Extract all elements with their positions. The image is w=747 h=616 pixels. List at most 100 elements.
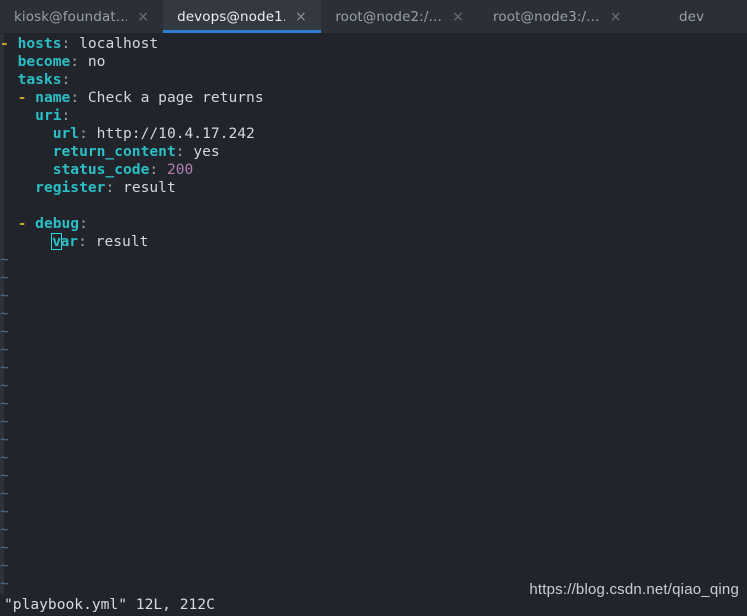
tab-label: root@node2:/… [335, 8, 443, 25]
tilde-glyph: ~ [0, 269, 9, 286]
tab-2[interactable]: root@node2:/… × [320, 0, 479, 33]
empty-line-marker: ~ [0, 251, 747, 269]
empty-line-marker: ~ [0, 539, 747, 557]
code-line: status_code: 200 [0, 161, 747, 179]
tilde-glyph: ~ [0, 467, 9, 484]
code-line: - hosts: localhost [0, 35, 747, 53]
tab-label: kiosk@foundat… [14, 8, 128, 25]
code-line: var: result [0, 233, 747, 251]
tilde-glyph: ~ [0, 503, 9, 520]
empty-line-marker: ~ [0, 269, 747, 287]
code-token-key: become [17, 53, 71, 70]
code-line: become: no [0, 53, 747, 71]
code-token-key: url [52, 125, 80, 142]
code-token-val: result [86, 233, 149, 250]
tilde-glyph: ~ [0, 521, 9, 538]
tab-close-icon[interactable]: × [610, 10, 622, 24]
code-token-val: no [79, 53, 106, 70]
code-token-punct: : [105, 179, 115, 196]
code-line: uri: [0, 107, 747, 125]
empty-line-marker: ~ [0, 521, 747, 539]
empty-line-marker: ~ [0, 413, 747, 431]
empty-line-marker: ~ [0, 305, 747, 323]
tilde-glyph: ~ [0, 557, 9, 574]
empty-line-marker: ~ [0, 503, 747, 521]
code-token-key: name [35, 89, 71, 106]
code-line: - debug: [0, 215, 747, 233]
empty-line-marker: ~ [0, 449, 747, 467]
empty-line-marker: ~ [0, 485, 747, 503]
tab-1-active[interactable]: devops@node1… × [163, 0, 321, 33]
tab-4[interactable]: dev [636, 0, 747, 33]
tilde-glyph: ~ [0, 413, 9, 430]
empty-line-marker: ~ [0, 359, 747, 377]
code-token-val: http://10.4.17.242 [87, 125, 255, 142]
code-token-dash: - [0, 215, 36, 232]
tab-label: devops@node1… [177, 8, 285, 25]
tilde-glyph: ~ [0, 359, 9, 376]
code-token-val [0, 161, 53, 178]
empty-line-marker: ~ [0, 395, 747, 413]
empty-line-marker: ~ [0, 575, 747, 593]
code-token-key: debug [35, 215, 80, 232]
code-token-punct: : [61, 35, 71, 52]
status-line-text: "playbook.yml" 12L, 212C [4, 596, 215, 613]
code-token-val [0, 143, 53, 160]
vim-status-line: "playbook.yml" 12L, 212C [0, 594, 747, 616]
code-token-val: result [114, 179, 176, 196]
code-token-punct: : [61, 107, 71, 124]
code-line: register: result [0, 179, 747, 197]
code-token-key: status_code [52, 161, 150, 178]
tab-0[interactable]: kiosk@foundat… × [0, 0, 164, 33]
empty-line-marker: ~ [0, 431, 747, 449]
tilde-glyph: ~ [0, 341, 9, 358]
tilde-glyph: ~ [0, 323, 9, 340]
code-token-key: uri [35, 107, 62, 124]
tab-close-icon[interactable]: × [295, 10, 307, 24]
tilde-glyph: ~ [0, 575, 9, 592]
code-token-val [0, 179, 35, 196]
code-token-val [0, 125, 53, 142]
code-token-key: tasks [17, 71, 62, 88]
code-line: - name: Check a page returns [0, 89, 747, 107]
code-line: tasks: [0, 71, 747, 89]
code-token-punct: : [70, 53, 80, 70]
code-token-key: return_content [52, 143, 176, 160]
empty-line-marker: ~ [0, 341, 747, 359]
code-token-punct: : [61, 71, 71, 88]
empty-line-marker: ~ [0, 287, 747, 305]
tab-close-icon[interactable]: × [137, 10, 149, 24]
code-line: return_content: yes [0, 143, 747, 161]
tilde-glyph: ~ [0, 395, 9, 412]
tab-close-icon[interactable]: × [452, 10, 464, 24]
tab-label: dev [679, 8, 705, 25]
code-token-val [0, 233, 53, 250]
empty-line-marker: ~ [0, 557, 747, 575]
code-token-val: localhost [70, 35, 159, 52]
code-token-num: 200 [166, 161, 194, 178]
empty-line-marker: ~ [0, 323, 747, 341]
code-token-punct: : [79, 125, 88, 142]
vim-buffer[interactable]: - hosts: localhost become: no tasks: - n… [0, 35, 747, 594]
code-token-punct: : [175, 143, 185, 160]
tab-bar: kiosk@foundat… × devops@node1… × root@node2:… [0, 0, 747, 34]
code-token-val [158, 161, 167, 178]
code-token-punct: : [70, 89, 80, 106]
code-token-val: yes [184, 143, 220, 160]
code-token-key: register [35, 179, 106, 196]
tilde-glyph: ~ [0, 539, 9, 556]
terminal-viewport[interactable]: - hosts: localhost become: no tasks: - n… [0, 34, 747, 594]
tilde-glyph: ~ [0, 251, 9, 268]
empty-line-marker: ~ [0, 377, 747, 395]
code-token-dash: - [0, 89, 36, 106]
code-token-val [0, 53, 18, 70]
tab-3[interactable]: root@node3:/… × [478, 0, 637, 33]
terminal-window: kiosk@foundat… × devops@node1… × root@node2:… [0, 0, 747, 616]
tilde-glyph: ~ [0, 287, 9, 304]
tab-label: root@node3:/… [493, 8, 600, 25]
code-token-key: hosts [17, 35, 62, 52]
tilde-glyph: ~ [0, 431, 9, 448]
code-token-dash: - [0, 35, 18, 52]
code-token-punct: : [78, 233, 87, 250]
